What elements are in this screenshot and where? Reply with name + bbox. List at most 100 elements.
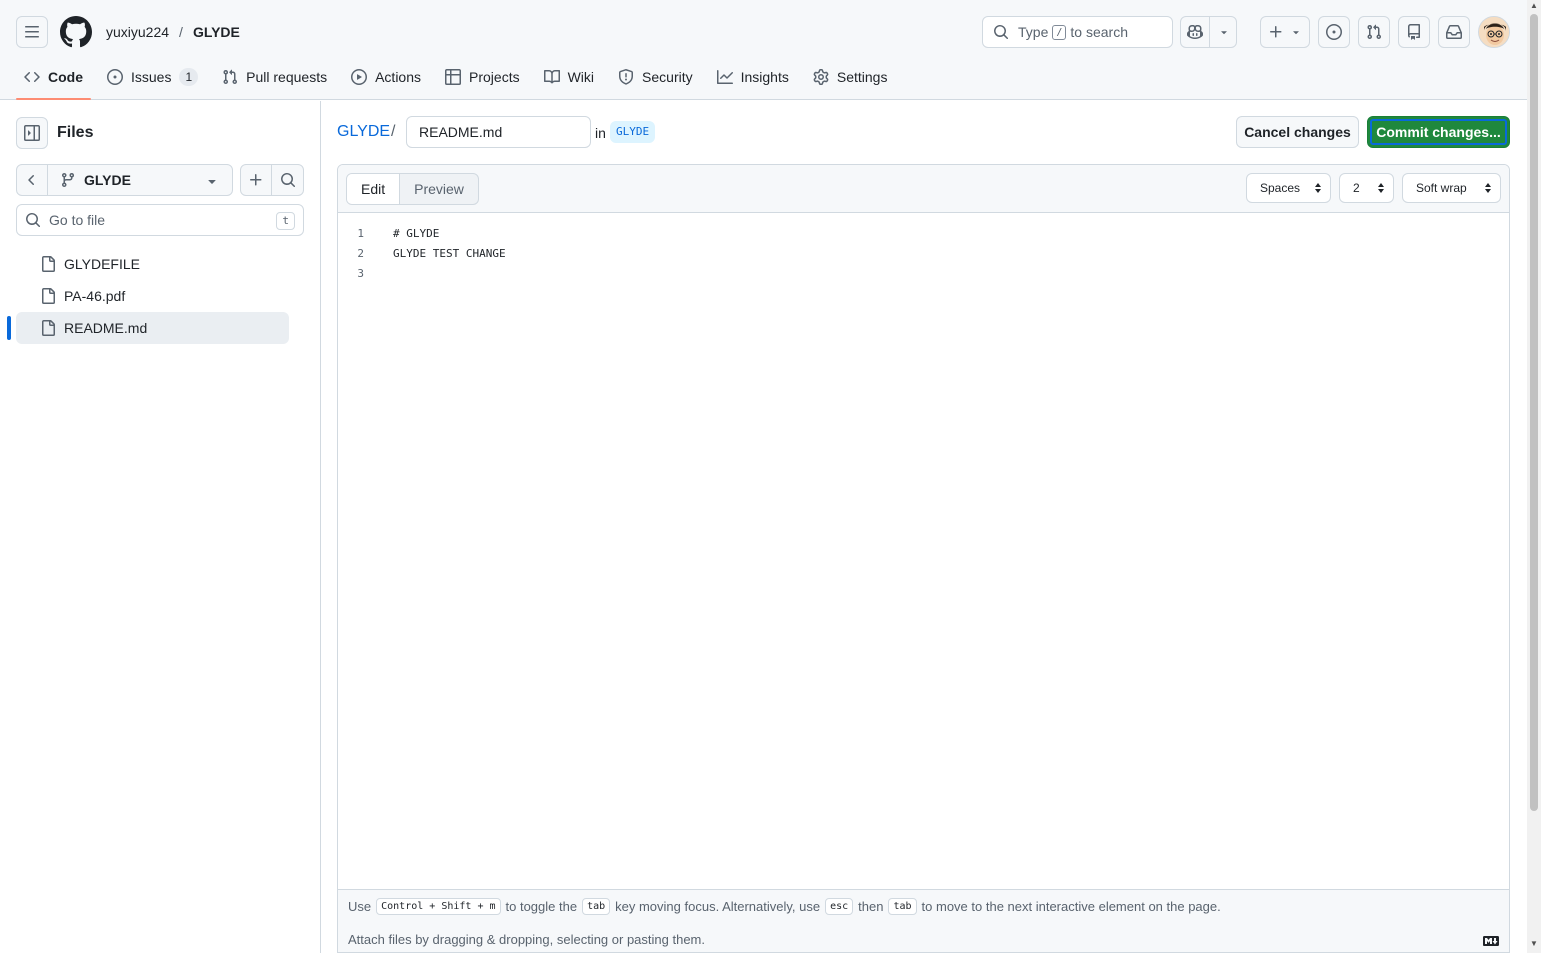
editor-footer: Use Control + Shift + m to toggle the ta… — [338, 889, 1509, 952]
cancel-changes-button[interactable]: Cancel changes — [1236, 116, 1359, 148]
search-files-button[interactable] — [271, 164, 304, 196]
chevron-left-icon — [28, 175, 34, 185]
wrap-mode-value: Soft wrap — [1416, 181, 1467, 195]
select-arrows-icon — [1315, 183, 1321, 193]
go-to-file-shortcut: t — [276, 212, 295, 230]
create-new-button[interactable] — [1260, 16, 1310, 48]
graph-icon — [716, 70, 733, 84]
tab-pull-requests[interactable]: Pull requests — [214, 60, 335, 94]
git-pull-request-icon — [223, 69, 238, 85]
repo-link[interactable]: GLYDE — [193, 24, 240, 40]
scroll-up-arrow-icon[interactable]: ▲ — [1530, 2, 1538, 10]
table-icon — [445, 69, 462, 85]
tab-wiki[interactable]: Wiki — [536, 60, 602, 94]
tab-code-label: Code — [48, 69, 83, 85]
file-name: GLYDEFILE — [64, 256, 140, 272]
plus-icon — [250, 174, 262, 186]
tab-settings[interactable]: Settings — [805, 60, 896, 94]
tab-preview[interactable]: Preview — [400, 174, 478, 204]
code-content[interactable]: 1 # GLYDE 2 GLYDE TEST CHANGE 3 — [338, 223, 1509, 283]
collapse-sidebar-button[interactable] — [16, 117, 48, 149]
path-separator: / — [391, 123, 396, 140]
inbox-button[interactable] — [1438, 16, 1470, 48]
plus-icon — [1270, 26, 1282, 38]
indent-mode-select[interactable]: Spaces — [1246, 173, 1331, 203]
add-file-button[interactable] — [240, 164, 272, 196]
code-editor: Edit Preview Spaces 2 Soft wrap 1 # GLYD… — [337, 164, 1510, 953]
tab-security[interactable]: Security — [610, 60, 701, 94]
inbox-icon — [1446, 25, 1462, 39]
commit-changes-button[interactable]: Commit changes... — [1367, 116, 1510, 148]
app-header: yuxiyu224 / GLYDE Type / to search Code … — [0, 0, 1527, 100]
hint-key: Control + Shift + m — [376, 898, 501, 915]
line-content[interactable]: GLYDE TEST CHANGE — [393, 247, 506, 260]
search-icon — [280, 173, 295, 188]
tab-projects[interactable]: Projects — [437, 60, 528, 94]
owner-link[interactable]: yuxiyu224 — [106, 24, 169, 40]
gear-icon — [813, 69, 829, 85]
tab-issues[interactable]: Issues 1 — [99, 60, 206, 94]
issue-opened-icon — [1326, 24, 1342, 40]
scroll-thumb[interactable] — [1530, 14, 1538, 811]
tab-actions[interactable]: Actions — [343, 60, 429, 94]
file-item-readme-md[interactable]: README.md — [7, 312, 289, 344]
branch-select-button[interactable]: GLYDE — [47, 164, 233, 196]
tab-insights[interactable]: Insights — [709, 60, 797, 94]
line-content[interactable]: # GLYDE — [393, 227, 439, 240]
hint-text: to move to the next interactive element … — [921, 899, 1221, 914]
hint-text: Use — [348, 899, 372, 914]
git-pull-request-icon — [1367, 24, 1382, 40]
triangle-down-icon — [208, 180, 216, 184]
book-icon — [543, 69, 560, 84]
attach-files-text[interactable]: Attach files by dragging & dropping, sel… — [348, 932, 705, 947]
tab-pull-requests-label: Pull requests — [246, 69, 328, 85]
file-tree: GLYDEFILE PA-46.pdf README.md — [7, 248, 289, 344]
search-shortcut-key: / — [1052, 24, 1067, 40]
hamburger-icon — [25, 26, 39, 38]
repositories-button[interactable] — [1398, 16, 1430, 48]
avatar[interactable] — [1478, 16, 1510, 48]
repo-breadcrumb-link[interactable]: GLYDE — [337, 123, 390, 141]
hint-key: tab — [888, 898, 917, 915]
chevron-down-icon — [1221, 31, 1227, 35]
search-input[interactable]: Type / to search — [982, 16, 1173, 48]
tab-projects-label: Projects — [469, 69, 520, 85]
file-tree-sidebar: Files GLYDE Go to file t GLYDEFILE PA-46… — [0, 101, 321, 953]
search-placeholder-post: to search — [1070, 24, 1128, 40]
play-icon — [351, 69, 368, 85]
tab-edit[interactable]: Edit — [347, 174, 401, 204]
indent-size-select[interactable]: 2 — [1339, 173, 1394, 203]
git-branch-icon — [61, 173, 74, 188]
tab-issues-label: Issues — [131, 69, 172, 85]
file-item-glydefile[interactable]: GLYDEFILE — [16, 248, 289, 280]
hint-text: to toggle the — [505, 899, 578, 914]
hint-key: esc — [825, 898, 854, 915]
page-scrollbar[interactable]: ▲ ▼ — [1527, 0, 1541, 953]
menu-button[interactable] — [16, 16, 48, 48]
line-number: 3 — [357, 266, 364, 280]
github-logo-icon[interactable] — [60, 16, 92, 48]
hint-text: then — [858, 899, 884, 914]
tab-settings-label: Settings — [836, 69, 888, 85]
pull-requests-header-button[interactable] — [1358, 16, 1390, 48]
go-to-file-input[interactable]: Go to file t — [16, 204, 304, 236]
repo-nav: Code Issues 1 Pull requests Actions Proj… — [16, 60, 903, 100]
sidebar-collapse-icon — [24, 125, 40, 141]
copilot-icon — [1187, 24, 1203, 40]
copilot-button[interactable] — [1180, 16, 1237, 48]
tab-code[interactable]: Code — [16, 60, 91, 100]
filename-input[interactable] — [406, 116, 591, 148]
chevron-down-icon — [1293, 31, 1299, 35]
markdown-icon — [1483, 936, 1499, 946]
tab-actions-label: Actions — [375, 69, 422, 85]
issues-header-button[interactable] — [1318, 16, 1350, 48]
wrap-mode-select[interactable]: Soft wrap — [1402, 173, 1501, 203]
breadcrumb: yuxiyu224 / GLYDE — [106, 24, 240, 40]
editor-header: GLYDE / in GLYDE Cancel changes Commit c… — [337, 116, 1510, 148]
scroll-down-arrow-icon[interactable]: ▼ — [1530, 940, 1538, 948]
file-item-pa-46-pdf[interactable]: PA-46.pdf — [16, 280, 289, 312]
issues-count-badge: 1 — [179, 68, 199, 86]
back-button[interactable] — [16, 164, 48, 196]
file-icon — [42, 320, 55, 336]
indent-size-value: 2 — [1353, 181, 1360, 195]
